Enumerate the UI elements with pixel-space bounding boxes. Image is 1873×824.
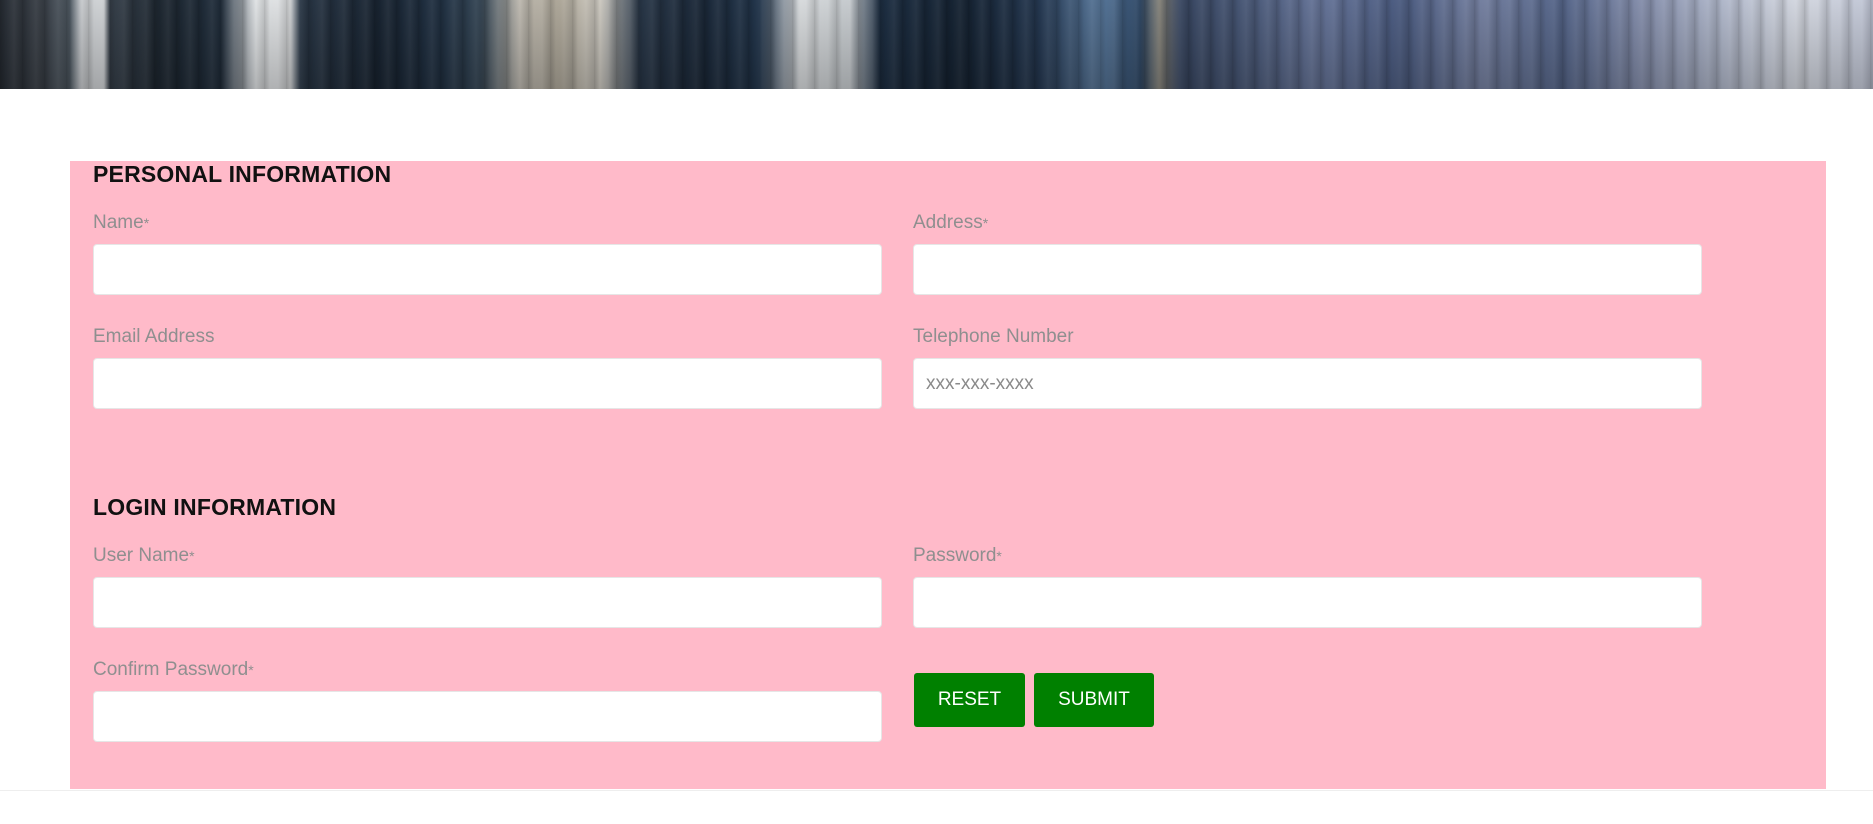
divider (0, 790, 1873, 791)
required-mark: * (996, 548, 1002, 564)
email-field-group: Email Address (93, 326, 882, 409)
name-label: Name* (93, 212, 150, 233)
username-field-group: User Name* (93, 545, 882, 628)
required-mark: * (248, 662, 254, 678)
required-mark: * (143, 215, 150, 231)
telephone-input[interactable] (913, 358, 1702, 409)
required-mark: * (982, 215, 989, 231)
submit-button[interactable]: SUBMIT (1034, 673, 1154, 727)
login-information-heading: LOGIN INFORMATION (93, 494, 337, 520)
telephone-label: Telephone Number (913, 326, 1074, 347)
address-input[interactable] (913, 244, 1702, 295)
required-mark: * (189, 548, 195, 564)
telephone-field-group: Telephone Number (913, 326, 1702, 409)
username-input[interactable] (93, 577, 882, 628)
confirm-password-field-group: Confirm Password* (93, 659, 882, 742)
username-label: User Name* (93, 545, 195, 566)
confirm-password-label: Confirm Password* (93, 659, 254, 680)
address-field-group: Address* (913, 212, 1702, 295)
password-field-group: Password* (913, 545, 1702, 628)
registration-form: PERSONAL INFORMATION Name* Address* Emai… (70, 161, 1826, 789)
header-banner-image (0, 0, 1873, 89)
password-label: Password* (913, 545, 1002, 566)
password-input[interactable] (913, 577, 1702, 628)
name-field-group: Name* (93, 212, 882, 295)
reset-button[interactable]: RESET (914, 673, 1025, 727)
name-input[interactable] (93, 244, 882, 295)
email-input[interactable] (93, 358, 882, 409)
email-label: Email Address (93, 326, 215, 347)
confirm-password-input[interactable] (93, 691, 882, 742)
address-label: Address* (913, 212, 989, 233)
personal-information-heading: PERSONAL INFORMATION (93, 161, 392, 187)
